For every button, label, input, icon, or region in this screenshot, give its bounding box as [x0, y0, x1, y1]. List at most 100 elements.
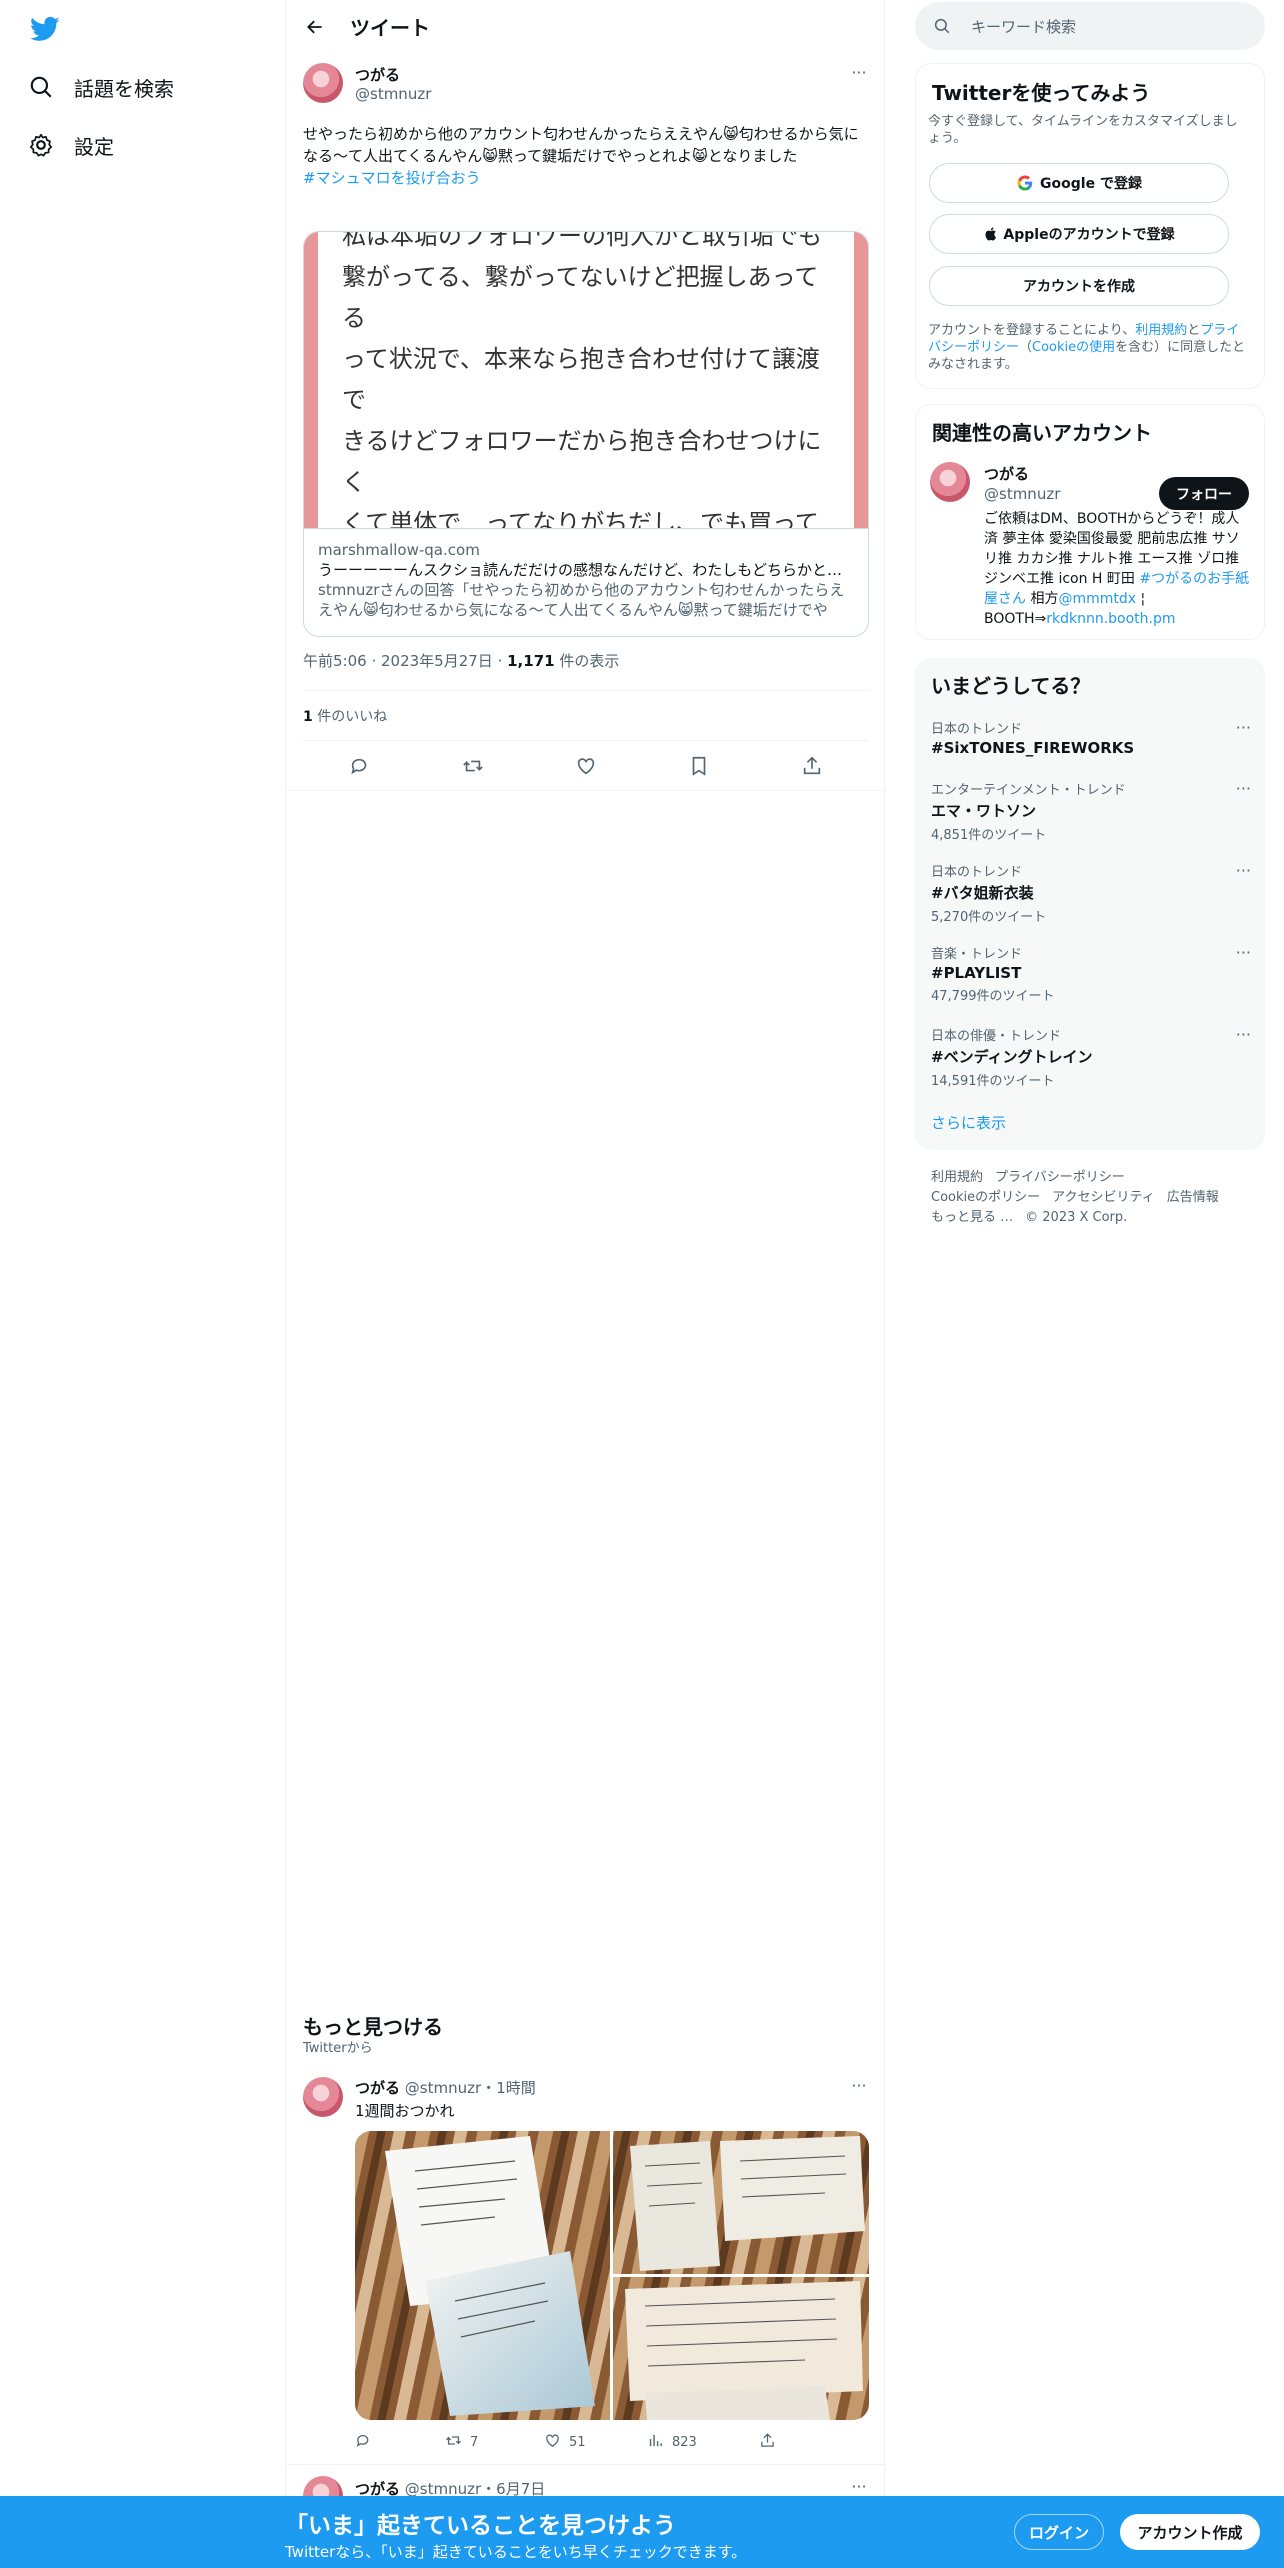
footer-link[interactable]: プライバシーポリシー [995, 1170, 1125, 1185]
author-handle[interactable]: @stmnuzr [405, 2079, 481, 2097]
account-handle[interactable]: @stmnuzr [984, 485, 1060, 503]
retweet-action[interactable]: 7 [445, 2432, 478, 2453]
tweet-date[interactable]: 2023年5月27日 [381, 652, 493, 670]
create-account-label: アカウントを作成 [1023, 279, 1135, 295]
nav-item-settings[interactable]: 設定 [28, 127, 114, 163]
hashtag-link[interactable]: #マシュマロを投げ合おう [303, 169, 481, 187]
more-icon[interactable]: ··· [1236, 718, 1251, 737]
share-action[interactable] [759, 2432, 784, 2453]
more-icon[interactable]: ··· [1236, 1025, 1251, 1044]
apple-signup-button[interactable]: Appleのアカウントで登録 [929, 214, 1229, 254]
reply-action[interactable] [355, 2432, 380, 2453]
link-card[interactable]: 私は本垢のフォロワーの何人かと取引垢でも繋がってる、繋がってないけど把握しあって… [303, 231, 869, 637]
trends-panel: いまどうしてる？ 日本のトレンド #SixTONES_FIREWORKS ···… [915, 658, 1265, 1150]
likes-count: 1 [303, 709, 313, 725]
terms-link[interactable]: 利用規約 [1135, 323, 1187, 338]
like-action[interactable]: 51 [544, 2432, 586, 2453]
divider [286, 790, 886, 791]
back-button[interactable] [298, 10, 332, 44]
tweet-time[interactable]: 午前5:06 [303, 652, 367, 670]
card-body: marshmallow-qa.com うーーーーーんスクショ読んだだけの感想なん… [304, 528, 868, 636]
reply-icon [355, 2432, 372, 2453]
more-icon[interactable]: ··· [1236, 943, 1251, 962]
trend-item[interactable]: 日本のトレンド #バタ姐新衣装 5,270件のツイート ··· [931, 861, 1251, 925]
signup-button[interactable]: アカウント作成 [1120, 2514, 1260, 2550]
author-handle[interactable]: @stmnuzr [355, 85, 431, 103]
reply-icon[interactable] [349, 755, 371, 777]
create-account-button[interactable]: アカウントを作成 [929, 266, 1229, 306]
trend-item[interactable]: 日本の俳優・トレンド #ベンディングトレイン 14,591件のツイート ··· [931, 1025, 1251, 1089]
like-icon[interactable] [575, 755, 597, 777]
photo-3[interactable] [613, 2277, 869, 2420]
twitter-bird-logo-icon[interactable] [28, 14, 62, 44]
divider [303, 690, 869, 691]
footer-link[interactable]: Cookieのポリシー [931, 1190, 1040, 1205]
avatar[interactable] [303, 63, 343, 103]
tweet-text: 1週間おつかれ [355, 2102, 455, 2120]
trend-count: 5,270件のツイート [931, 910, 1047, 925]
trend-item[interactable]: エンターテインメント・トレンド エマ・ワトソン 4,851件のツイート ··· [931, 779, 1251, 843]
retweet-icon[interactable] [462, 755, 484, 777]
trend-count: 4,851件のツイート [931, 828, 1047, 843]
nav-item-explore[interactable]: 話題を検索 [28, 69, 174, 105]
account-bio: ご依頼はDM、BOOTHからどうぞ！成人済 夢主体 愛染国俊最愛 肥前忠広推 サ… [984, 509, 1250, 629]
photo-1[interactable] [355, 2131, 610, 2420]
card-image-line: 私は本垢のフォロワーの何人かと取引垢でも [342, 232, 822, 250]
legal-paren: （ [1019, 340, 1033, 355]
trend-context: エンターテインメント・トレンド [931, 783, 1126, 798]
trend-context: 日本のトレンド [931, 722, 1023, 737]
more-icon[interactable]: ··· [1236, 779, 1251, 798]
follow-button[interactable]: フォロー [1159, 477, 1249, 510]
cookie-link[interactable]: Cookieの使用 [1032, 340, 1115, 355]
analytics-icon [647, 2432, 664, 2453]
relevant-title: 関連性の高いアカウント [932, 421, 1152, 445]
login-button[interactable]: ログイン [1014, 2514, 1104, 2550]
card-title: うーーーーーんスクショ読んだだけの感想なんだけど、わたしもどちらかとい… [318, 561, 856, 579]
signup-subtitle: 今すぐ登録して、タイムラインをカスタマイズしましょう。 [928, 114, 1238, 146]
tweet-time[interactable]: ・1時間 [481, 2079, 536, 2097]
avatar[interactable] [930, 462, 970, 502]
relevant-accounts-panel: 関連性の高いアカウント つがる @stmnuzr フォロー ご依頼はDM、BOO… [915, 404, 1265, 640]
divider [286, 2464, 886, 2465]
card-image-line: って状況で、本来なら抱き合わせ付けて譲渡で [342, 345, 820, 414]
more-icon[interactable]: ··· [1236, 861, 1251, 880]
likes-summary[interactable]: 1 件のいいね [303, 706, 387, 726]
likes-label: 件のいいね [317, 709, 388, 725]
retweet-icon [445, 2432, 462, 2453]
tweet-media[interactable] [355, 2131, 869, 2420]
tweet-text: せやったら初めから他のアカウント匂わせんかったらええやん😸匂わせるから気になる〜… [303, 123, 869, 189]
avatar[interactable] [303, 2077, 343, 2117]
author-name[interactable]: つがる [355, 64, 400, 85]
trend-name: #SixTONES_FIREWORKS [931, 739, 1135, 757]
show-more-link[interactable]: さらに表示 [931, 1112, 1006, 1133]
card-domain: marshmallow-qa.com [318, 541, 480, 559]
footer-link[interactable]: 利用規約 [931, 1170, 983, 1185]
author-name[interactable]: つがる [355, 2079, 400, 2097]
bio-url-link[interactable]: rkdknnn.booth.pm [1046, 611, 1175, 627]
trend-context: 日本のトレンド [931, 865, 1023, 880]
divider [303, 740, 869, 741]
more-icon[interactable]: ··· [849, 65, 869, 86]
footer-link[interactable]: もっと見る … [931, 1210, 1013, 1225]
more-icon[interactable]: ··· [849, 2078, 869, 2099]
account-name[interactable]: つがる [984, 463, 1029, 484]
card-image-line: 繋がってる、繋がってないけど把握しあってる [342, 263, 819, 332]
photo-2[interactable] [613, 2131, 869, 2274]
views-action[interactable]: 823 [647, 2432, 697, 2453]
footer-link[interactable]: アクセシビリティ [1052, 1190, 1155, 1205]
trends-title: いまどうしてる？ [931, 674, 1091, 698]
search-icon [30, 76, 52, 98]
search-box[interactable]: キーワード検索 [915, 2, 1265, 50]
search-input[interactable]: キーワード検索 [971, 16, 1076, 37]
google-signup-label: Google で登録 [1040, 176, 1142, 192]
google-signup-button[interactable]: Google で登録 [929, 163, 1229, 203]
footer-link[interactable]: 広告情報 [1167, 1190, 1219, 1205]
trend-item[interactable]: 音楽・トレンド #PLAYLIST 47,799件のツイート ··· [931, 943, 1251, 1004]
trend-item[interactable]: 日本のトレンド #SixTONES_FIREWORKS ··· [931, 718, 1251, 757]
bio-mention-link[interactable]: @mmmtdx [1058, 591, 1136, 607]
copyright: © 2023 X Corp. [1025, 1210, 1128, 1225]
share-icon[interactable] [801, 755, 823, 777]
bookmark-icon[interactable] [688, 755, 710, 777]
tweet-meta: 午前5:06 · 2023年5月27日 · 1,171 件の表示 [303, 652, 620, 670]
trend-count: 14,591件のツイート [931, 1074, 1055, 1089]
